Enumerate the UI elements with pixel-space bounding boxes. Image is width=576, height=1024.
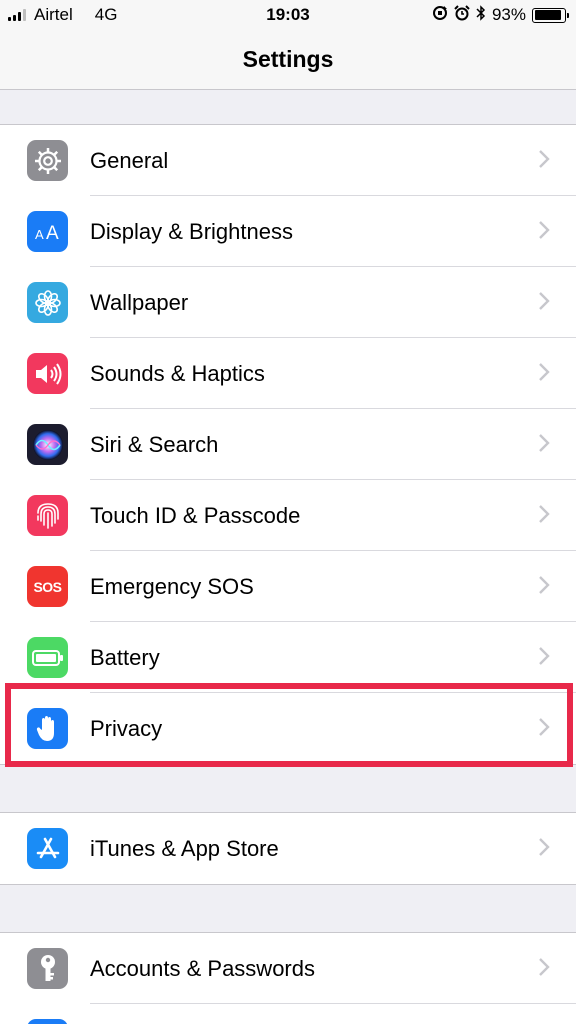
chevron-right-icon xyxy=(539,292,550,310)
settings-row-sounds-haptics[interactable]: Sounds & Haptics xyxy=(0,338,576,409)
settings-row-display-brightness[interactable]: AA Display & Brightness xyxy=(0,196,576,267)
row-label: Wallpaper xyxy=(90,289,189,315)
settings-group-main: General AA Display & Brightness Wallpape… xyxy=(0,124,576,765)
settings-row-accounts-passwords[interactable]: Accounts & Passwords xyxy=(0,933,576,1004)
settings-row-itunes-app-store[interactable]: iTunes & App Store xyxy=(0,813,576,884)
settings-row-battery[interactable]: Battery xyxy=(0,622,576,693)
chevron-right-icon xyxy=(539,647,550,665)
settings-row-emergency-sos[interactable]: SOS Emergency SOS xyxy=(0,551,576,622)
row-label: Sounds & Haptics xyxy=(90,360,265,386)
alarm-icon xyxy=(454,5,470,25)
settings-row-wallpaper[interactable]: Wallpaper xyxy=(0,267,576,338)
chevron-right-icon xyxy=(539,363,550,381)
battery-icon xyxy=(27,637,68,678)
app-store-icon xyxy=(27,828,68,869)
text-size-icon: AA xyxy=(27,211,68,252)
row-label: iTunes & App Store xyxy=(90,835,279,861)
battery-icon xyxy=(532,7,569,23)
gear-icon xyxy=(27,140,68,181)
battery-level xyxy=(534,10,562,20)
row-label: Emergency SOS xyxy=(90,573,254,599)
svg-text:A: A xyxy=(35,227,44,242)
row-label: Privacy xyxy=(90,715,163,741)
siri-icon xyxy=(27,424,68,465)
speaker-icon xyxy=(27,353,68,394)
row-label: Battery xyxy=(90,644,160,670)
settings-row-touch-id-passcode[interactable]: Touch ID & Passcode xyxy=(0,480,576,551)
row-label: Touch ID & Passcode xyxy=(90,502,301,528)
settings-group-store: iTunes & App Store xyxy=(0,812,576,885)
row-label: Accounts & Passwords xyxy=(90,955,315,981)
row-label: Display & Brightness xyxy=(90,218,293,244)
settings-row-next-partial[interactable] xyxy=(0,1004,576,1024)
settings-group-accounts: Accounts & Passwords xyxy=(0,932,576,1024)
chevron-right-icon xyxy=(539,576,550,594)
chevron-right-icon xyxy=(539,505,550,523)
chevron-right-icon xyxy=(539,838,550,856)
fingerprint-icon xyxy=(27,495,68,536)
settings-row-general[interactable]: General xyxy=(0,125,576,196)
svg-text:A: A xyxy=(46,223,59,243)
battery-percent: 93% xyxy=(491,5,526,24)
chevron-right-icon xyxy=(539,718,550,736)
settings-row-siri-search[interactable]: Siri & Search xyxy=(0,409,576,480)
sos-icon: SOS xyxy=(27,566,68,607)
bluetooth-icon xyxy=(476,5,486,25)
row-label: Siri & Search xyxy=(90,431,219,457)
chevron-right-icon xyxy=(539,958,550,976)
chevron-right-icon xyxy=(539,221,550,239)
sos-icon-text: SOS xyxy=(33,578,62,595)
flower-icon xyxy=(27,282,68,323)
hand-icon xyxy=(27,708,68,749)
chevron-right-icon xyxy=(539,150,550,168)
status-bar-right: 93% xyxy=(432,5,569,25)
settings-row-privacy[interactable]: Privacy xyxy=(0,693,576,764)
key-icon xyxy=(27,948,68,989)
row-label: General xyxy=(90,147,169,173)
navigation-bar: Settings xyxy=(0,30,576,90)
status-bar: Airtel 4G 19:03 93% xyxy=(0,0,576,30)
page-title: Settings xyxy=(242,46,334,72)
orientation-lock-icon xyxy=(432,5,448,25)
chevron-right-icon xyxy=(539,434,550,452)
mail-icon xyxy=(27,1019,68,1024)
